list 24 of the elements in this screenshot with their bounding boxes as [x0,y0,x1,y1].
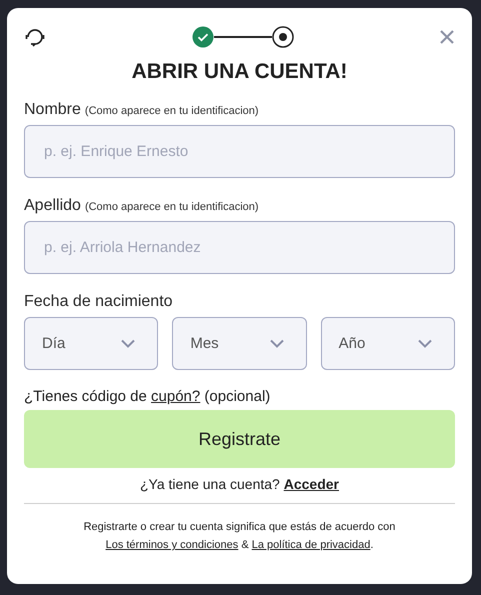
field-label: Apellido [24,197,81,215]
coupon-prompt: ¿Tienes código de cupón? (opcional) [24,388,270,405]
field-label: Fecha de nacimiento [24,293,173,311]
chevron-down-icon [270,339,284,348]
chevron-down-icon [418,339,432,348]
date-select[interactable]: Día [24,317,158,370]
text-input[interactable]: p. ej. Arriola Hernandez [24,221,455,274]
date-select[interactable]: Mes [172,317,307,370]
login-prompt: ¿Ya tiene una cuenta? Acceder [140,476,339,492]
register-button[interactable]: Registrate [24,410,455,468]
login-link[interactable]: Acceder [284,476,339,492]
field-hint: (Como aparece en tu identificacion) [84,105,259,117]
dialog-title: ABRIR UNA CUENTA! [132,60,348,84]
close-icon[interactable] [439,29,455,45]
terms-link[interactable]: Los términos y condiciones [106,539,238,551]
chevron-down-icon [121,339,136,348]
field-hint: (Como aparece en tu identificacion) [84,201,259,213]
support-icon[interactable] [24,26,46,48]
terms-notice: Registrarte o crear tu cuenta significa que estás de acuerdo con Los términos y condiciones & La política de privacidad. [82,520,396,553]
privacy-link[interactable]: La política de privacidad [252,539,370,551]
field-label: Nombre [24,101,81,119]
date-select[interactable]: Año [320,317,455,370]
text-input[interactable]: p. ej. Enrique Ernesto [24,125,455,178]
coupon-link[interactable]: cupón? [151,388,200,405]
